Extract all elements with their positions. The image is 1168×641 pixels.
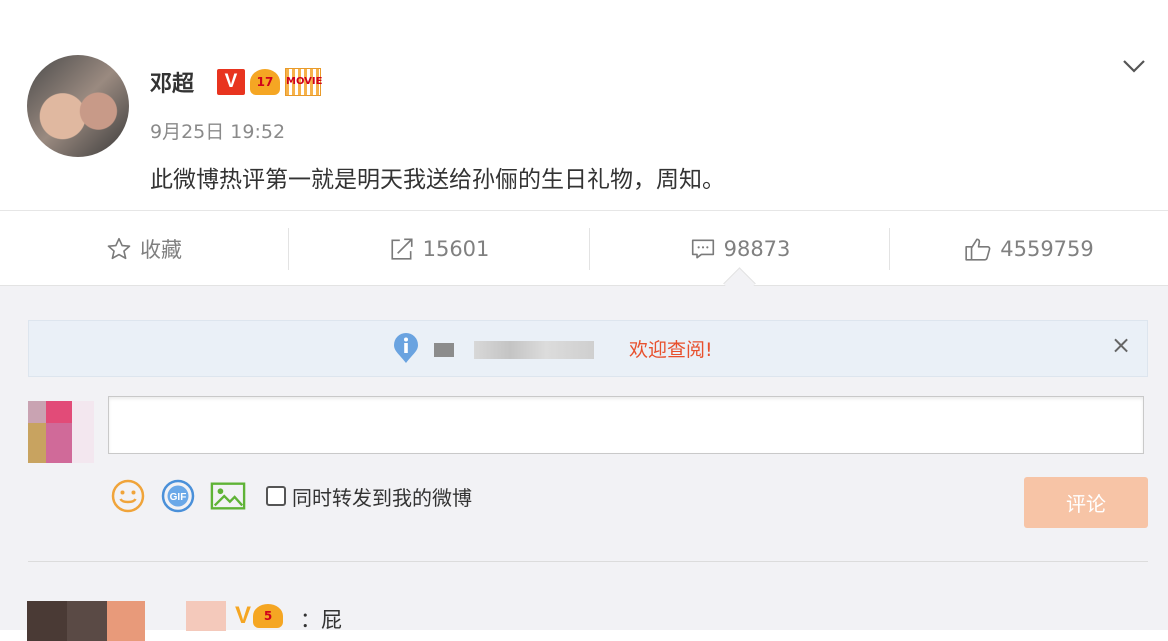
redacted-text	[474, 341, 594, 359]
action-bar: 收藏 15601 98873 4559759	[0, 210, 1168, 286]
submit-comment-button[interactable]: 评论	[1024, 477, 1148, 528]
repost-icon	[389, 236, 415, 262]
checkbox-box[interactable]	[266, 486, 286, 506]
favorite-button[interactable]: 收藏	[0, 211, 288, 286]
info-icon	[391, 331, 421, 369]
gif-icon[interactable]: GIF	[160, 478, 196, 514]
author-name[interactable]: 邓超	[150, 66, 194, 98]
commenter-avatar[interactable]	[27, 601, 145, 641]
star-icon	[106, 236, 132, 262]
like-button[interactable]: 4559759	[890, 211, 1168, 286]
crown-badge-icon[interactable]: 5	[253, 604, 284, 628]
redacted-text	[434, 343, 454, 357]
comment-section: 欢迎查阅! × GIF 同时转发到我的微博 评论 V 5 ：屁	[0, 285, 1168, 641]
commenter-badges: V 5	[235, 602, 284, 630]
image-icon[interactable]	[210, 478, 246, 514]
comment-input[interactable]	[108, 396, 1144, 454]
like-count: 4559759	[1000, 236, 1094, 261]
comment-icon	[690, 236, 716, 262]
forward-label: 同时转发到我的微博	[292, 485, 472, 510]
verified-badge-icon[interactable]: V	[235, 602, 251, 630]
repost-button[interactable]: 15601	[289, 211, 589, 286]
crown-badge-icon[interactable]: 17	[250, 69, 280, 95]
chevron-down-icon[interactable]	[1120, 52, 1148, 80]
favorite-label: 收藏	[140, 237, 182, 262]
repost-count: 15601	[422, 236, 490, 261]
close-icon[interactable]: ×	[1111, 331, 1131, 359]
weibo-post: 邓超 V 17 MOVIE 9月25日 19:52 此微博热评第一就是明天我送给…	[0, 0, 1168, 210]
redacted-commenter-name[interactable]	[186, 601, 226, 631]
post-content: 此微博热评第一就是明天我送给孙俪的生日礼物，周知。	[150, 167, 725, 193]
composer-toolbar: GIF 同时转发到我的微博	[110, 478, 472, 514]
comment-text: ：屁	[300, 608, 342, 632]
notice-banner: 欢迎查阅! ×	[28, 320, 1148, 377]
notice-text: 欢迎查阅!	[629, 339, 713, 361]
forward-to-my-weibo-checkbox[interactable]: 同时转发到我的微博	[266, 482, 472, 511]
divider	[28, 561, 1148, 562]
post-timestamp[interactable]: 9月25日 19:52	[150, 117, 285, 144]
thumbs-up-icon	[964, 236, 992, 262]
author-avatar[interactable]	[27, 55, 129, 157]
comment-count: 98873	[723, 236, 791, 261]
movie-badge-icon[interactable]: MOVIE	[285, 68, 322, 96]
emoji-icon[interactable]	[110, 478, 146, 514]
author-badges: V 17 MOVIE	[217, 68, 322, 96]
svg-text:GIF: GIF	[170, 492, 187, 503]
my-avatar	[28, 401, 94, 463]
verified-badge-icon[interactable]: V	[217, 69, 245, 95]
